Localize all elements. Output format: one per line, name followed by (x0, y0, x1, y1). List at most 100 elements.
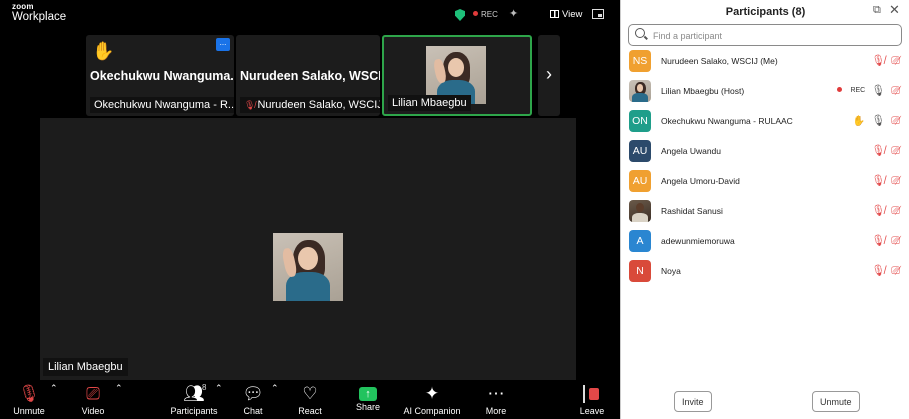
mic-muted-icon[interactable]: 🎙︎̸ (871, 205, 885, 217)
meeting-toolbar: 🎙︎ Unmute ⌃ ⎚ Video ⌃ 👥︎ 8 Participants … (0, 380, 620, 419)
participant-status: 🎙︎̸ ⎚̸ (865, 204, 900, 218)
video-off-icon[interactable]: ⎚̸ (891, 175, 900, 187)
view-label: View (562, 9, 583, 20)
video-off-icon[interactable]: ⎚̸ (891, 205, 900, 217)
thumbnail-name-label: Okechukwu Nwanguma - R... (90, 97, 234, 113)
participant-name: Angela Umoru-David (661, 176, 740, 186)
participants-icon: 👥︎ (183, 384, 205, 403)
recording-badge: REC (831, 87, 865, 94)
avatar: A (629, 230, 651, 252)
mic-muted-icon[interactable]: 🎙︎̸ (871, 175, 885, 187)
participant-search[interactable] (628, 24, 902, 46)
search-input[interactable] (653, 28, 893, 43)
chat-options-chevron-icon[interactable]: ⌃ (271, 383, 279, 394)
participant-row[interactable]: ON Okechukwu Nwanguma - RULAAC ✋ 🎙︎ ⎚̸ (621, 108, 909, 136)
close-icon[interactable]: ✕ (889, 2, 900, 18)
participants-button[interactable]: 👥︎ 8 Participants (170, 383, 218, 416)
participant-name: Noya (661, 266, 681, 276)
thumbnail-display-name: Nurudeen Salako, WSCIJ (240, 69, 380, 83)
avatar: NS (629, 50, 651, 72)
participant-row[interactable]: A adewunmiemoruwa 🎙︎̸ ⎚̸ (621, 228, 909, 256)
video-options-chevron-icon[interactable]: ⌃ (115, 383, 123, 394)
participant-row[interactable]: N Noya 🎙︎̸ ⎚̸ (621, 258, 909, 286)
share-label: Share (355, 402, 381, 412)
video-off-icon[interactable]: ⎚̸ (891, 145, 900, 157)
unmute-label: Unmute (13, 406, 45, 416)
participant-thumbnail-active[interactable]: Lilian Mbaegbu (382, 35, 532, 116)
recording-label: REC (481, 10, 498, 19)
encryption-shield-icon[interactable] (455, 9, 465, 21)
video-off-icon[interactable]: ⎚̸ (891, 235, 900, 247)
leave-label: Leave (579, 406, 605, 416)
mic-muted-icon[interactable]: 🎙︎̸ (871, 265, 885, 277)
mic-on-icon[interactable]: 🎙︎ (871, 85, 885, 97)
pop-out-icon[interactable]: ⧉ (873, 4, 881, 17)
thumbnail-name-label: Lilian Mbaegbu (388, 95, 471, 111)
participant-name: Okechukwu Nwanguma - RULAAC (661, 116, 793, 126)
fullscreen-icon[interactable] (592, 9, 604, 19)
invite-button[interactable]: Invite (674, 391, 712, 412)
participant-row[interactable]: Rashidat Sanusi 🎙︎̸ ⎚̸ (621, 198, 909, 226)
unmute-button[interactable]: 🎙︎ Unmute (10, 383, 48, 416)
participant-thumbnail[interactable]: Nurudeen Salako, WSCIJ 🎙︎̸ Nurudeen Salak… (236, 35, 380, 116)
ai-companion-label: AI Companion (403, 406, 461, 416)
participant-row[interactable]: Lilian Mbaegbu (Host) REC 🎙︎ ⎚̸ (621, 78, 909, 106)
mic-muted-icon: 🎙︎ (18, 384, 40, 403)
unmute-me-button[interactable]: Unmute (812, 391, 860, 412)
participant-status: 🎙︎̸ ⎚̸ (865, 144, 900, 158)
more-label: More (485, 406, 507, 416)
share-screen-icon: ↑ (359, 387, 377, 401)
view-button[interactable]: View (550, 9, 582, 20)
ai-companion-button[interactable]: ✦ AI Companion (400, 383, 464, 416)
mic-muted-icon[interactable]: 🎙︎̸ (871, 55, 885, 67)
video-off-icon[interactable]: ⎚̸ (891, 265, 900, 277)
participant-thumbnail[interactable]: ✋ ... Okechukwu Nwanguma... Okechukwu Nw… (86, 35, 234, 116)
thumbnail-display-name: Okechukwu Nwanguma... (90, 69, 234, 83)
leave-button[interactable]: Leave (578, 383, 606, 416)
meeting-topbar: zoom Workplace REC ✦ View (0, 0, 620, 30)
recording-indicator[interactable]: REC (473, 10, 498, 19)
participant-name: Nurudeen Salako, WSCIJ (Me) (661, 56, 778, 66)
participant-row[interactable]: AU Angela Umoru-David 🎙︎̸ ⎚̸ (621, 168, 909, 196)
video-button[interactable]: ⎚ Video (76, 383, 110, 416)
grid-view-icon (550, 10, 559, 18)
next-page-chevron-icon[interactable]: › (538, 35, 560, 116)
ai-sparkle-icon: ✦ (424, 384, 440, 403)
mic-muted-icon: 🎙︎̸ (244, 100, 256, 110)
react-label: React (298, 406, 322, 416)
logo-line1: zoom (12, 2, 34, 11)
audio-options-chevron-icon[interactable]: ⌃ (50, 383, 58, 394)
meeting-area: zoom Workplace REC ✦ View ✋ ... Okechukw… (0, 0, 620, 419)
participant-status: 🎙︎̸ ⎚̸ (865, 54, 900, 68)
mic-muted-icon[interactable]: 🎙︎̸ (871, 235, 885, 247)
participant-name: adewunmiemoruwa (661, 236, 735, 246)
ai-sparkle-icon[interactable]: ✦ (509, 7, 518, 20)
chat-label: Chat (243, 406, 263, 416)
participants-options-chevron-icon[interactable]: ⌃ (215, 383, 223, 394)
video-off-icon[interactable]: ⎚̸ (891, 85, 900, 97)
thumbnail-name-label: 🎙︎̸ Nurudeen Salako, WSCIJ (240, 97, 380, 113)
video-off-icon[interactable]: ⎚̸ (891, 115, 900, 127)
participant-status: 🎙︎̸ ⎚̸ (865, 234, 900, 248)
participant-status: 🎙︎̸ ⎚̸ (865, 264, 900, 278)
avatar: N (629, 260, 651, 282)
active-speaker-video[interactable]: Lilian Mbaegbu (40, 118, 576, 380)
video-off-icon: ⎚ (86, 384, 100, 403)
avatar: AU (629, 170, 651, 192)
share-button[interactable]: ↑ Share (354, 383, 382, 412)
mic-muted-icon[interactable]: 🎙︎̸ (871, 145, 885, 157)
raised-hand-icon: ✋ (92, 41, 115, 61)
chat-button[interactable]: 💬︎ Chat (240, 383, 266, 416)
video-off-icon[interactable]: ⎚̸ (891, 55, 900, 67)
record-dot-icon (473, 11, 478, 16)
record-dot-icon (837, 87, 843, 92)
more-options-icon[interactable]: ... (216, 38, 230, 51)
participants-panel: Participants (8) ⧉ ✕ NS Nurudeen Salako,… (620, 0, 909, 419)
raised-hand-icon: ✋ (852, 116, 866, 127)
mic-on-icon[interactable]: 🎙︎ (871, 115, 885, 127)
more-button[interactable]: ⋯ More (482, 383, 510, 416)
participant-row[interactable]: AU Angela Uwandu 🎙︎̸ ⎚̸ (621, 138, 909, 166)
participant-row[interactable]: NS Nurudeen Salako, WSCIJ (Me) 🎙︎̸ ⎚̸ (621, 48, 909, 76)
react-button[interactable]: ♡ React (296, 383, 324, 416)
video-label: Video (81, 406, 105, 416)
